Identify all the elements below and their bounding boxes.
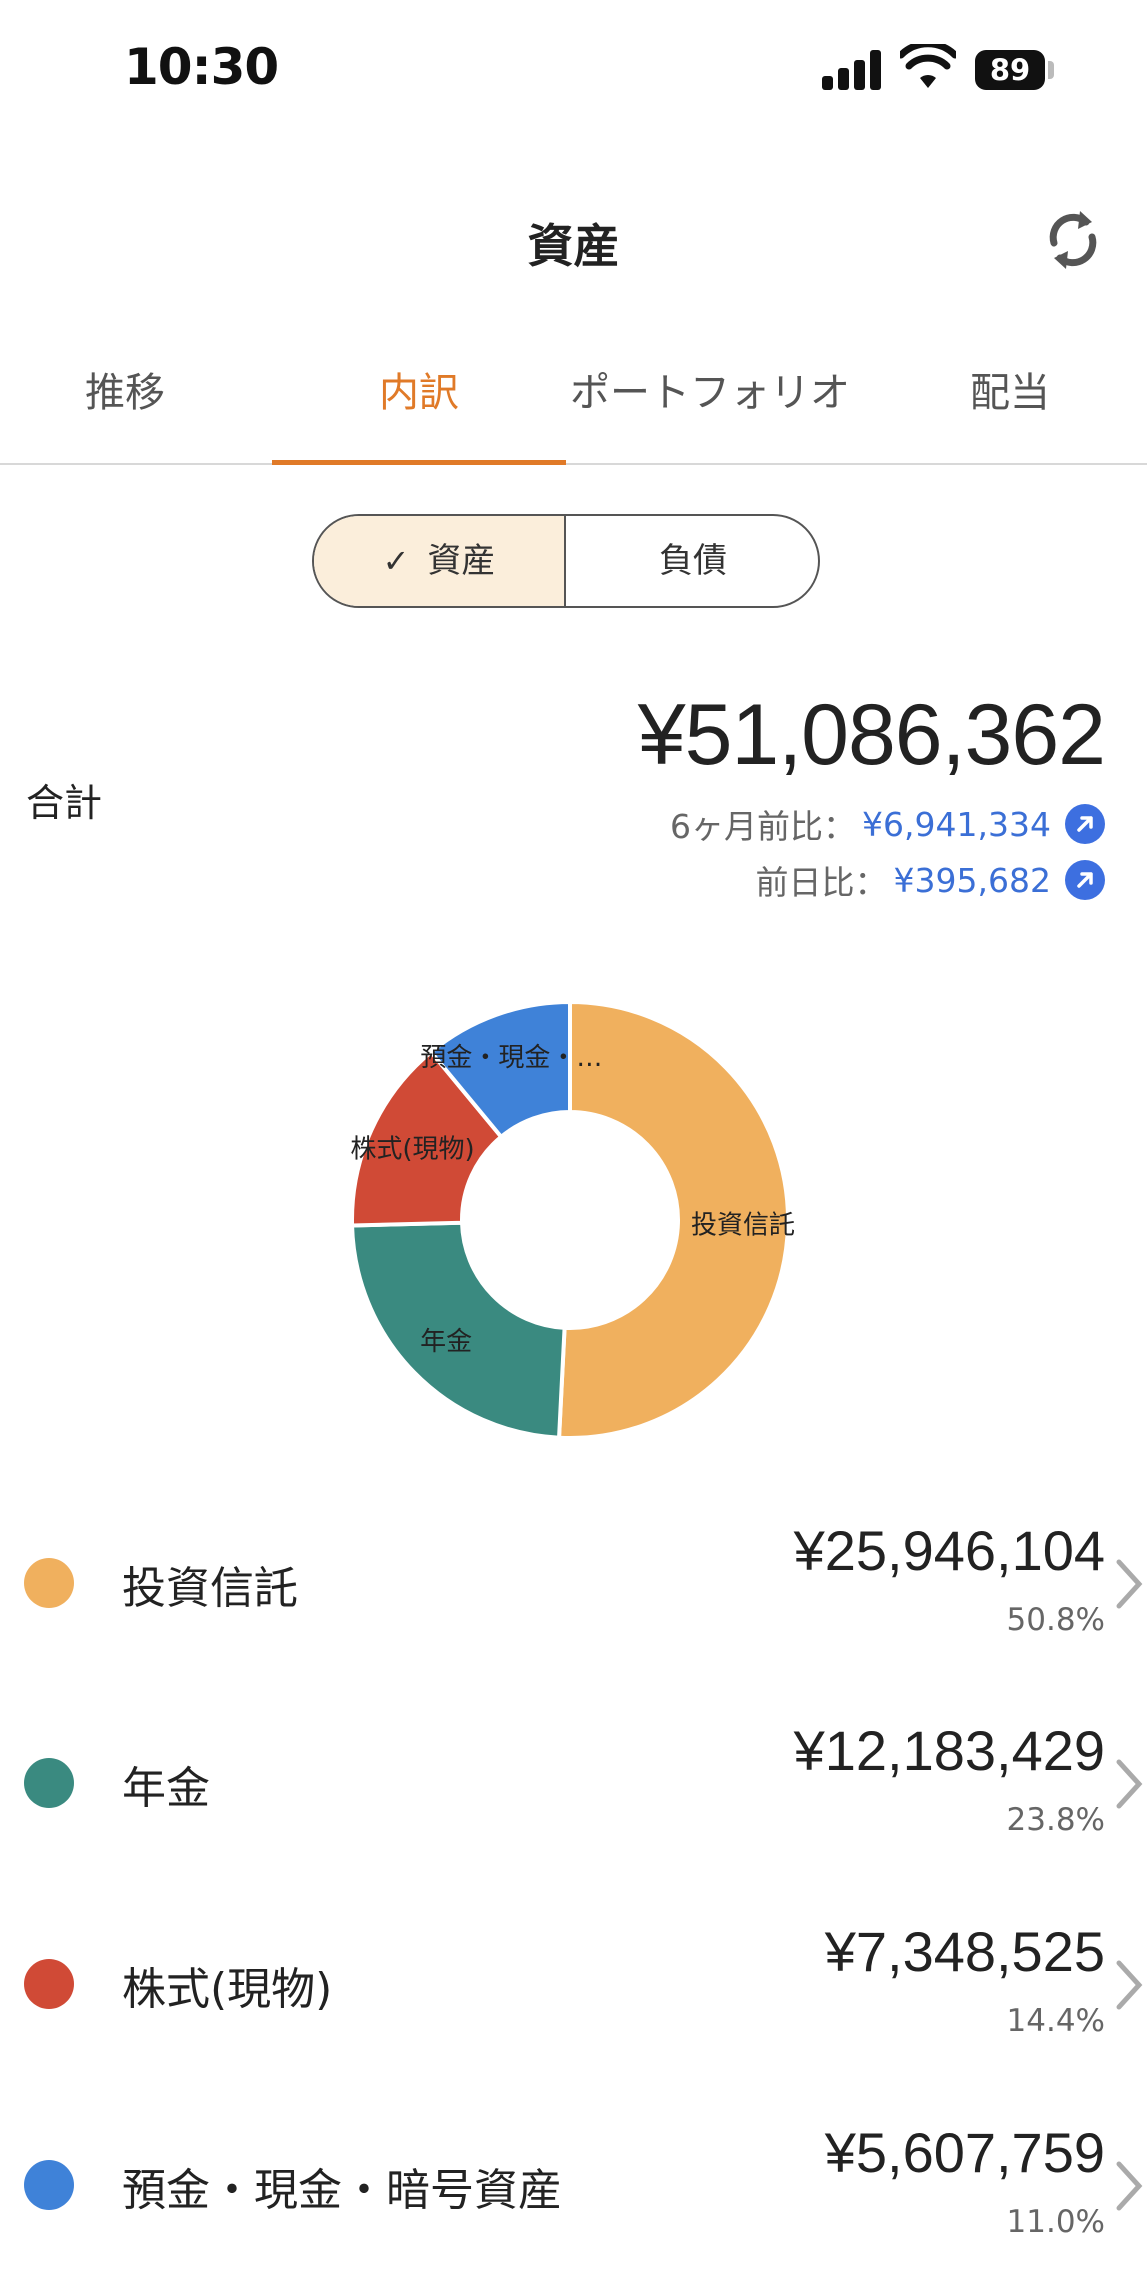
total-value: ¥51,086,362: [637, 687, 1106, 783]
chevron-right-icon: [1116, 1759, 1143, 1809]
category-color-dot: [24, 2160, 74, 2210]
status-time: 10:30: [124, 38, 279, 96]
category-amount: ¥5,607,759: [824, 2121, 1105, 2184]
chevron-right-icon: [1116, 1960, 1143, 2010]
total-label: 合計: [26, 781, 103, 825]
category-color-dot: [24, 1558, 74, 1608]
arrow-up-right-icon: [1065, 804, 1105, 844]
six-month-comparison: 6ヶ月前比： ¥6,941,334: [670, 800, 1105, 848]
prev-day-label: 前日比：: [755, 863, 888, 902]
prev-day-comparison: 前日比： ¥395,682: [756, 856, 1105, 904]
battery-indicator: 89: [975, 50, 1045, 90]
category-row[interactable]: 株式(現物) ¥7,348,525 14.4%: [0, 1911, 1147, 2061]
refresh-icon[interactable]: [1040, 205, 1106, 275]
category-percent: 14.4%: [1006, 2003, 1105, 2039]
six-month-value: ¥6,941,334: [862, 804, 1051, 844]
segment-assets[interactable]: ✓ 資産: [314, 516, 566, 606]
chevron-right-icon: [1116, 2161, 1143, 2211]
tab-bar: 推移 内訳 ポートフォリオ 配当: [0, 360, 1147, 465]
tab-trend[interactable]: 推移: [0, 360, 250, 465]
segment-liabilities[interactable]: 負債: [568, 516, 818, 606]
tab-portfolio[interactable]: ポートフォリオ: [560, 360, 860, 465]
category-percent: 50.8%: [1006, 1602, 1105, 1638]
six-month-label: 6ヶ月前比：: [670, 807, 857, 846]
check-icon: ✓: [382, 542, 410, 580]
category-color-dot: [24, 1758, 74, 1808]
category-row[interactable]: 預金・現金・暗号資産 ¥5,607,759 11.0%: [0, 2112, 1147, 2262]
segment-assets-label: 資産: [427, 541, 496, 581]
donut-slice-label: 預金・現金・…: [420, 1043, 602, 1073]
donut-slice-label: 投資信託: [691, 1210, 795, 1240]
tab-breakdown[interactable]: 内訳: [272, 360, 566, 465]
category-name: 株式(現物): [122, 1964, 333, 2015]
asset-donut-chart[interactable]: 投資信託年金 株式(現物) 預金・現金・…: [330, 980, 810, 1460]
arrow-up-right-icon: [1065, 860, 1105, 900]
category-amount: ¥7,348,525: [824, 1920, 1105, 1983]
category-name: 預金・現金・暗号資産: [122, 2165, 562, 2216]
category-name: 年金: [122, 1763, 210, 1814]
asset-liability-toggle: ✓ 資産 負債: [312, 514, 820, 608]
category-row[interactable]: 年金 ¥12,183,429 23.8%: [0, 1710, 1147, 1860]
status-bar: 10:30 89: [0, 0, 1147, 140]
category-name: 投資信託: [122, 1563, 298, 1614]
tab-dividend[interactable]: 配当: [880, 360, 1140, 465]
category-amount: ¥12,183,429: [793, 1719, 1105, 1782]
donut-slice-label: 株式(現物): [350, 1134, 474, 1164]
category-row[interactable]: 投資信託 ¥25,946,104 50.8%: [0, 1510, 1147, 1660]
segment-liabilities-label: 負債: [659, 541, 727, 581]
category-percent: 23.8%: [1006, 1802, 1105, 1838]
chevron-right-icon: [1116, 1559, 1143, 1609]
category-amount: ¥25,946,104: [793, 1519, 1105, 1582]
cellular-signal-icon: [822, 50, 882, 90]
battery-nub: [1048, 61, 1054, 79]
category-color-dot: [24, 1959, 74, 2009]
page-title: 資産: [527, 219, 620, 273]
category-percent: 11.0%: [1006, 2204, 1105, 2240]
active-tab-indicator: [272, 460, 566, 465]
wifi-icon: [900, 44, 956, 88]
prev-day-value: ¥395,682: [893, 860, 1051, 900]
donut-slice-label: 年金: [420, 1327, 472, 1357]
